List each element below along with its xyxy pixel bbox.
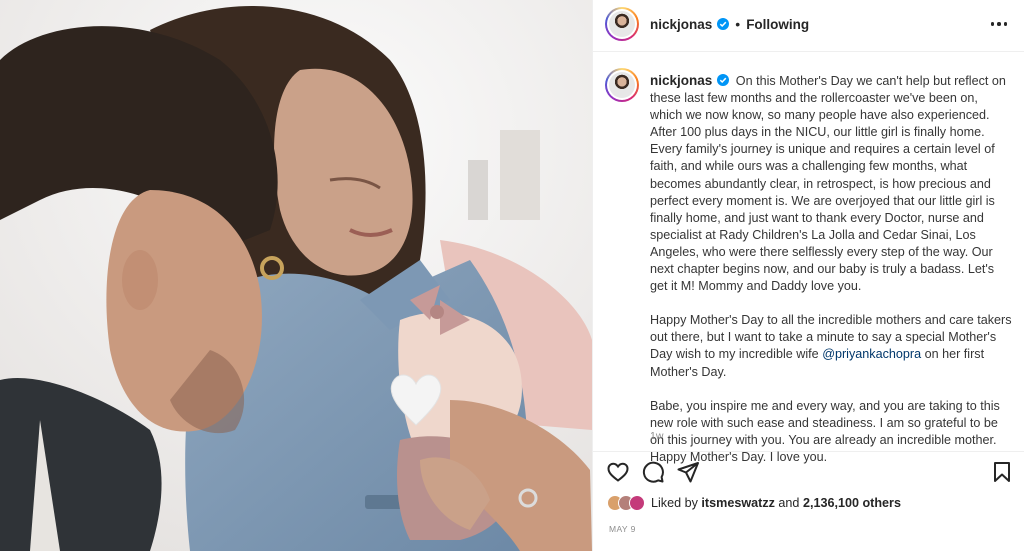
verified-badge-icon: [717, 18, 730, 30]
liked-by-user-link[interactable]: itsmeswatzz: [701, 496, 775, 510]
header-user: nickjonas • Following: [650, 16, 809, 32]
comment-icon[interactable]: [641, 460, 665, 484]
verified-badge-icon: [717, 74, 730, 86]
liker-avatars: [607, 495, 645, 511]
post-age[interactable]: 1w: [650, 430, 663, 442]
liked-by-and: and: [778, 496, 800, 510]
author-avatar[interactable]: [605, 7, 639, 41]
more-options-icon[interactable]: [989, 14, 1009, 34]
likes-count-link[interactable]: 2,136,100 others: [803, 496, 901, 510]
caption-avatar[interactable]: [605, 68, 639, 102]
post-header: nickjonas • Following: [593, 0, 1024, 52]
post-photo[interactable]: [0, 0, 592, 551]
liker-avatar: [629, 495, 645, 511]
caption-paragraph-1: On this Mother's Day we can't help but r…: [650, 74, 1006, 294]
caption-section: nickjonas On this Mother's Day we can't …: [593, 52, 1024, 464]
action-bar: [593, 452, 1024, 490]
likes-row: Liked by itsmeswatzz and 2,136,100 other…: [607, 495, 901, 511]
paper-plane-icon[interactable]: [676, 460, 700, 484]
heart-icon[interactable]: [606, 460, 630, 484]
caption-text: nickjonas On this Mother's Day we can't …: [650, 72, 1012, 483]
post-details-panel: nickjonas • Following nickjonas On this …: [592, 0, 1024, 551]
separator-dot: •: [735, 16, 741, 32]
author-username[interactable]: nickjonas: [650, 17, 712, 32]
liked-by-label: Liked by: [651, 496, 698, 510]
bookmark-icon[interactable]: [990, 460, 1014, 484]
photo-illustration: [0, 0, 592, 551]
caption-username[interactable]: nickjonas: [650, 73, 712, 88]
likes-text: Liked by itsmeswatzz and 2,136,100 other…: [651, 496, 901, 510]
mention-link[interactable]: @priyankachopra: [822, 347, 921, 361]
following-button[interactable]: Following: [746, 17, 809, 32]
post-date[interactable]: MAY 9: [609, 524, 636, 534]
